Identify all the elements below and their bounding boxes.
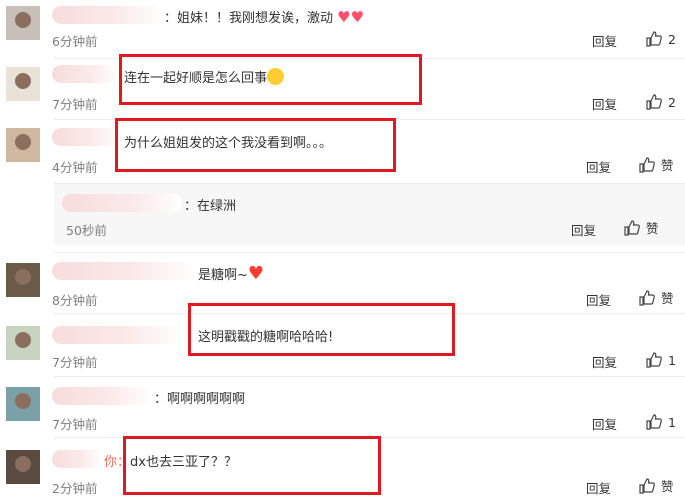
username-blurred[interactable]: [52, 128, 120, 146]
comment-text: 连在一起好顺是怎么回事: [124, 67, 285, 86]
comment-item: 为什么姐姐发的这个我没看到啊。。。 4分钟前 回复 赞: [0, 120, 685, 182]
reply-button[interactable]: 回复: [586, 478, 611, 497]
reply-button[interactable]: 回复: [592, 414, 617, 433]
avatar[interactable]: [6, 263, 40, 297]
username-blurred[interactable]: [52, 262, 194, 280]
like-label: 赞: [661, 158, 674, 173]
username-blurred[interactable]: [62, 194, 182, 212]
comment-item: 你：dx也去三亚了？？ 2分钟前 回复 赞: [0, 438, 685, 504]
username-blurred[interactable]: [52, 387, 152, 405]
like-count: 2: [668, 31, 676, 47]
like-button[interactable]: 赞: [638, 288, 674, 307]
comment-item: ：啊啊啊啊啊啊 7分钟前 回复 1: [0, 377, 685, 437]
comment-item: 这明戳戳的糖啊哈哈哈! 7分钟前 回复 1: [0, 314, 685, 376]
heart-icon: ♥♥: [337, 8, 365, 26]
comment-text: 你：dx也去三亚了？？: [104, 455, 237, 470]
reply-button[interactable]: 回复: [586, 290, 611, 309]
like-label: 赞: [661, 291, 674, 306]
timestamp: 4分钟前: [52, 160, 98, 175]
reply-button[interactable]: 回复: [592, 31, 617, 50]
timestamp: 50秒前: [66, 223, 107, 238]
timestamp: 6分钟前: [52, 34, 98, 49]
avatar[interactable]: [6, 67, 40, 101]
comment-item: 连在一起好顺是怎么回事 7分钟前 回复 2: [0, 59, 685, 119]
avatar[interactable]: [6, 450, 40, 484]
comment-text: ：姐妹！！我刚想发诶，激动 ♥♥: [164, 8, 365, 26]
comment-text: 是糖啊~♥: [198, 263, 265, 284]
thumbs-up-icon: [646, 352, 662, 368]
comment-text: 这明戳戳的糖啊哈哈哈!: [198, 330, 334, 345]
avatar[interactable]: [6, 128, 40, 162]
timestamp: 8分钟前: [52, 293, 98, 308]
avatar[interactable]: [6, 6, 40, 40]
timestamp: 7分钟前: [52, 97, 98, 112]
like-count: 1: [668, 414, 676, 430]
comment-text: ：啊啊啊啊啊啊: [154, 392, 246, 407]
like-button[interactable]: 赞: [638, 476, 674, 495]
thumbs-up-icon: [646, 31, 662, 47]
thumbs-up-icon: [639, 289, 655, 306]
thumbs-up-icon: [624, 219, 640, 236]
reply-text: ：在绿洲: [184, 199, 237, 214]
timestamp: 7分钟前: [52, 355, 98, 370]
like-count: 2: [668, 94, 676, 110]
like-button[interactable]: 2: [645, 93, 676, 111]
laughing-emoji-icon: [267, 68, 285, 85]
comment-item: 是糖啊~♥ 8分钟前 回复 赞: [0, 253, 685, 313]
comment-item: ：姐妹！！我刚想发诶，激动 ♥♥ 6分钟前 回复 2: [0, 0, 685, 58]
reply-button[interactable]: 回复: [586, 157, 611, 176]
like-label: 赞: [646, 221, 659, 236]
avatar[interactable]: [6, 326, 40, 360]
username-blurred[interactable]: [52, 450, 102, 468]
like-button[interactable]: 1: [645, 351, 676, 369]
username-blurred[interactable]: [52, 6, 162, 24]
reply-button[interactable]: 回复: [592, 352, 617, 371]
comment-text: 为什么姐姐发的这个我没看到啊。。。: [124, 136, 333, 151]
avatar[interactable]: [6, 387, 40, 421]
heart-icon: ♥: [247, 263, 265, 284]
username-blurred[interactable]: [52, 326, 180, 344]
reply-thread: ：在绿洲 50秒前 回复 赞: [54, 183, 685, 245]
thumbs-up-icon: [646, 94, 662, 110]
like-button[interactable]: 赞: [638, 155, 674, 174]
timestamp: 2分钟前: [52, 481, 98, 496]
reply-button[interactable]: 回复: [592, 94, 617, 113]
thumbs-up-icon: [646, 414, 662, 430]
like-button[interactable]: 2: [645, 30, 676, 48]
reply-button[interactable]: 回复: [571, 220, 596, 239]
like-button[interactable]: 1: [645, 413, 676, 431]
timestamp: 7分钟前: [52, 417, 98, 432]
like-count: 1: [668, 352, 676, 368]
username-blurred[interactable]: [52, 65, 118, 83]
thumbs-up-icon: [639, 477, 655, 494]
like-label: 赞: [661, 479, 674, 494]
like-button[interactable]: 赞: [623, 218, 659, 237]
thumbs-up-icon: [639, 156, 655, 173]
